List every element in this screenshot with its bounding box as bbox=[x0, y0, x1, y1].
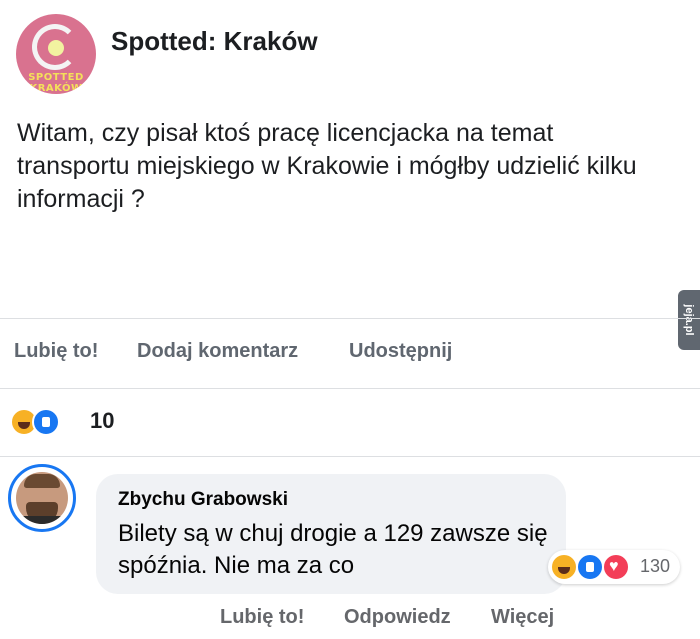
share-button[interactable]: Udostępnij bbox=[349, 340, 452, 363]
page-name[interactable]: Spotted: Kraków bbox=[111, 26, 318, 57]
logo-dot bbox=[48, 40, 64, 56]
comment-more-button[interactable]: Więcej bbox=[491, 606, 554, 629]
page-avatar[interactable]: SPOTTED KRAKÓW bbox=[16, 14, 96, 94]
post-reactions[interactable] bbox=[10, 406, 80, 438]
haha-icon bbox=[550, 553, 578, 581]
comment-text: Bilety są w chuj drogie a 129 zawsze się… bbox=[118, 520, 548, 579]
divider bbox=[0, 318, 700, 319]
post-text: Witam, czy pisał ktoś pracę licencjacka … bbox=[17, 119, 637, 213]
like-button[interactable]: Lubię to! bbox=[14, 340, 98, 363]
reaction-count[interactable]: 10 bbox=[90, 408, 114, 434]
watermark-label: jeja.pl bbox=[683, 304, 695, 336]
comment-reaction-count[interactable]: 130 bbox=[640, 556, 670, 577]
comment-button[interactable]: Dodaj komentarz bbox=[137, 340, 298, 363]
comment-reply-button[interactable]: Odpowiedz bbox=[344, 606, 451, 629]
avatar-hair bbox=[24, 474, 60, 488]
avatar-shirt bbox=[16, 516, 68, 524]
divider bbox=[0, 456, 700, 457]
like-icon bbox=[576, 553, 604, 581]
like-icon bbox=[32, 408, 60, 436]
divider bbox=[0, 388, 700, 389]
commenter-avatar[interactable] bbox=[8, 464, 76, 532]
commenter-name[interactable]: Zbychu Grabowski bbox=[118, 489, 288, 511]
love-icon bbox=[602, 553, 630, 581]
avatar-face bbox=[16, 472, 68, 524]
comment-like-button[interactable]: Lubię to! bbox=[220, 606, 304, 629]
logo-text: SPOTTED KRAKÓW bbox=[28, 72, 84, 94]
watermark-tab: jeja.pl bbox=[678, 290, 700, 350]
